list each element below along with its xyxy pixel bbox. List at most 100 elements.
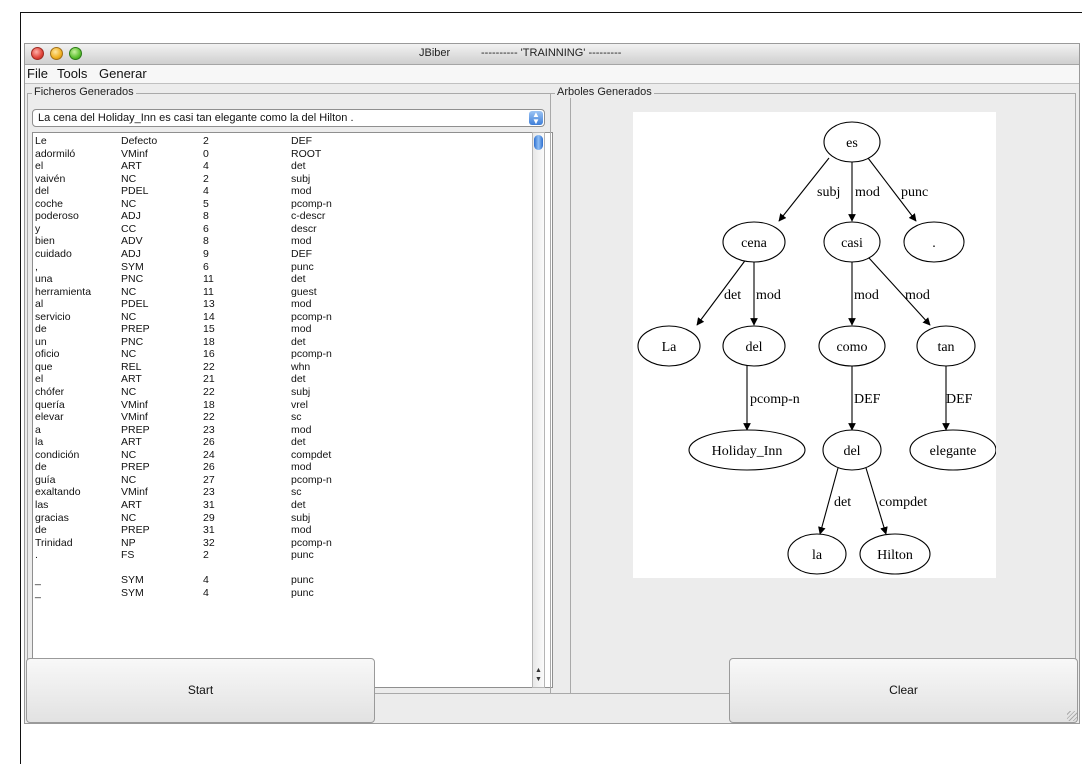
list-item[interactable]: exaltando VMinf 23 sc <box>33 486 533 498</box>
token-pos: NC <box>121 473 137 486</box>
token-word: Le <box>35 135 47 147</box>
list-item[interactable]: de PREP 31 mod <box>33 524 533 536</box>
list-item[interactable]: a PREP 23 mod <box>33 424 533 436</box>
edge-label-mod-es: mod <box>855 185 880 200</box>
label-la-upper: La <box>662 340 678 355</box>
list-item[interactable]: chófer NC 22 subj <box>33 386 533 398</box>
menu-generar[interactable]: Generar <box>99 66 147 81</box>
token-pos: SYM <box>121 586 144 599</box>
menu-bar: File Tools Generar <box>25 65 1079 84</box>
edge-label-compdet: compdet <box>879 495 927 510</box>
window-title-mode: ---------- 'TRAINNING' --------- <box>481 47 622 59</box>
list-item[interactable]: al PDEL 13 mod <box>33 298 533 310</box>
list-item[interactable]: Le Defecto 2 DEF <box>33 135 533 147</box>
list-item[interactable]: gracias NC 29 subj <box>33 512 533 524</box>
list-scrollbar[interactable]: ▲ ▼ <box>532 132 545 688</box>
token-word: quería <box>35 398 65 411</box>
label-holiday-inn: Holiday_Inn <box>712 444 783 459</box>
token-relation: mod <box>291 235 312 248</box>
token-pos: CC <box>121 222 137 235</box>
list-item[interactable]: . FS 2 punc <box>33 549 533 561</box>
zoom-window-button[interactable] <box>69 47 82 60</box>
close-window-button[interactable] <box>31 47 44 60</box>
list-item[interactable]: _ SYM 4 punc <box>33 574 533 586</box>
list-item[interactable]: coche NC 5 pcomp-n <box>33 198 533 210</box>
token-head: 26 <box>203 461 215 474</box>
list-item[interactable]: la ART 26 det <box>33 436 533 448</box>
list-item[interactable]: el ART 4 det <box>33 160 533 172</box>
token-word: , <box>35 260 38 273</box>
token-head: 15 <box>203 323 215 336</box>
label-del-2: del <box>843 444 860 459</box>
list-item[interactable]: un PNC 18 det <box>33 336 533 348</box>
list-item[interactable]: del PDEL 4 mod <box>33 185 533 197</box>
list-item[interactable]: que REL 22 whn <box>33 361 533 373</box>
token-relation: subj <box>291 172 311 185</box>
list-item[interactable]: condición NC 24 compdet <box>33 449 533 461</box>
scroll-down-arrow-icon[interactable]: ▼ <box>534 676 543 683</box>
token-pos: PNC <box>121 335 144 348</box>
list-item[interactable]: herramienta NC 11 guest <box>33 286 533 298</box>
list-item[interactable]: servicio NC 14 pcomp-n <box>33 311 533 323</box>
list-item[interactable]: guía NC 27 pcomp-n <box>33 474 533 486</box>
list-item[interactable] <box>33 562 533 574</box>
list-item[interactable]: poderoso ADJ 8 c-descr <box>33 210 533 222</box>
list-item[interactable]: bien ADV 8 mod <box>33 235 533 247</box>
token-word: una <box>35 273 53 286</box>
token-head: 22 <box>203 386 215 398</box>
token-head: 9 <box>203 247 209 260</box>
token-head: 23 <box>203 423 215 436</box>
minimize-window-button[interactable] <box>50 47 63 60</box>
start-button[interactable]: Start <box>26 658 375 723</box>
token-relation: mod <box>291 524 312 537</box>
token-word: _ <box>35 586 41 599</box>
list-item[interactable]: cuidado ADJ 9 DEF <box>33 248 533 260</box>
list-item[interactable]: adormiló VMinf 0 ROOT <box>33 148 533 160</box>
label-hilton: Hilton <box>877 548 913 563</box>
token-word: elevar <box>35 411 64 424</box>
edge-label-mod-casi-1: mod <box>854 288 879 303</box>
token-relation: subj <box>291 386 311 398</box>
token-pos: PDEL <box>121 185 149 198</box>
list-item[interactable]: _ SYM 4 punc <box>33 587 533 599</box>
window-title-app: JBiber <box>419 47 451 59</box>
menu-tools[interactable]: Tools <box>57 66 87 81</box>
list-item[interactable]: el ART 21 det <box>33 373 533 385</box>
scrollbar-thumb[interactable] <box>534 135 543 150</box>
token-relation: sc <box>291 486 302 499</box>
edge-label-subj: subj <box>817 185 840 200</box>
list-item[interactable]: las ART 31 det <box>33 499 533 511</box>
token-relation: det <box>291 373 306 386</box>
list-item[interactable]: de PREP 15 mod <box>33 323 533 335</box>
edge-label-punc: punc <box>901 185 928 200</box>
list-item[interactable]: elevar VMinf 22 sc <box>33 411 533 423</box>
sentence-select[interactable]: La cena del Holiday_Inn es casi tan eleg… <box>32 109 545 127</box>
token-relation: det <box>291 335 306 348</box>
token-relation: vrel <box>291 398 308 411</box>
token-pos: NC <box>121 310 137 323</box>
menu-file[interactable]: File <box>27 66 48 81</box>
title-bar[interactable]: JBiber ---------- 'TRAINNING' --------- <box>25 44 1079 65</box>
token-relation: punc <box>291 586 314 599</box>
resize-grip-icon[interactable] <box>1067 711 1077 721</box>
list-item[interactable]: quería VMinf 18 vrel <box>33 399 533 411</box>
token-relation: punc <box>291 549 314 562</box>
dependency-list[interactable]: Le Defecto 2 DEF adormiló VMinf 0 ROOT el ART 4 det… <box>32 132 553 688</box>
list-item[interactable]: una PNC 11 det <box>33 273 533 285</box>
list-item[interactable]: de PREP 26 mod <box>33 461 533 473</box>
list-item[interactable]: oficio NC 16 pcomp-n <box>33 348 533 360</box>
list-item[interactable]: Trinidad NP 32 pcomp-n <box>33 537 533 549</box>
token-relation: c-descr <box>291 210 326 223</box>
scroll-up-arrow-icon[interactable]: ▲ <box>534 667 543 674</box>
token-pos: ART <box>121 373 142 386</box>
token-pos: PREP <box>121 323 150 336</box>
token-head: 4 <box>203 185 209 198</box>
list-item[interactable]: vaivén NC 2 subj <box>33 173 533 185</box>
token-pos: NC <box>121 172 137 185</box>
token-word: el <box>35 160 44 173</box>
list-item[interactable]: y CC 6 descr <box>33 223 533 235</box>
token-word: la <box>35 436 44 449</box>
clear-button[interactable]: Clear <box>729 658 1078 723</box>
token-word: _ <box>35 574 41 587</box>
list-item[interactable]: , SYM 6 punc <box>33 261 533 273</box>
